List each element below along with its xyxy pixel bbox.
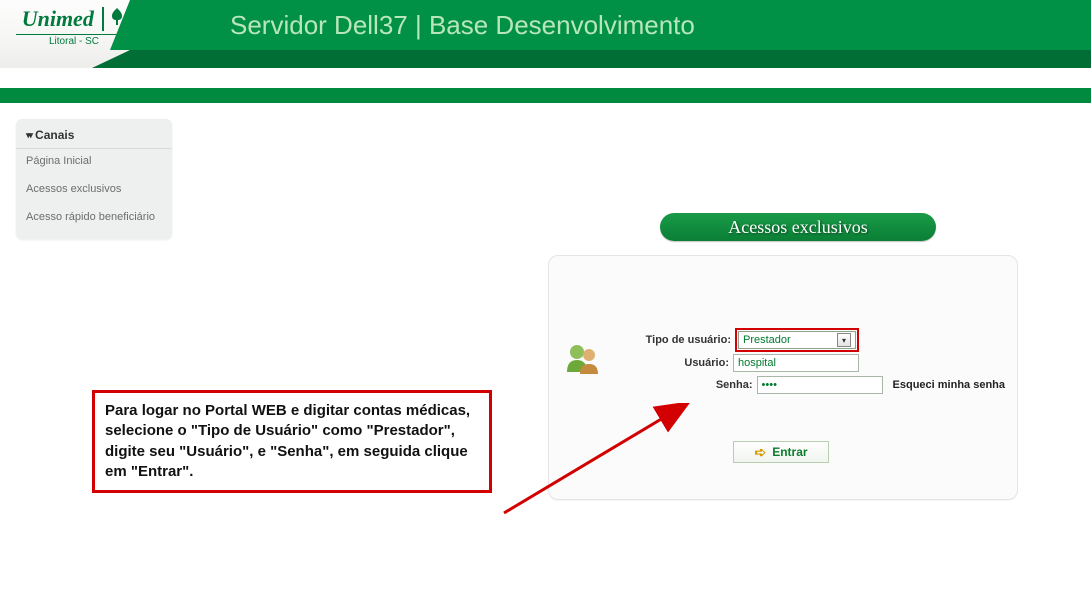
row-senha: Senha: •••• Esqueci minha senha [716,376,1005,394]
tipo-usuario-highlight: Prestador ▾ [735,328,859,352]
chevron-icon: ▾▾ [26,130,31,141]
sidebar-item-beneficiario[interactable]: Acesso rápido beneficiário [16,205,172,229]
login-card: Tipo de usuário: Prestador ▾ Usuário: Se… [548,255,1018,500]
entrar-button[interactable]: ➪ Entrar [733,441,829,463]
sidebar: ▾▾ Canais Página Inicial Acessos exclusi… [16,119,172,239]
header-green-bg: Servidor Dell37 | Base Desenvolvimento [130,0,1091,68]
logo-brand: Unimed [22,6,94,32]
usuario-input[interactable] [733,354,859,372]
users-icon [563,338,603,378]
tipo-usuario-label: Tipo de usuário: [646,334,731,346]
tipo-usuario-select[interactable]: Prestador ▾ [738,331,856,349]
row-tipo-usuario: Tipo de usuário: Prestador ▾ [646,328,859,352]
tipo-usuario-value: Prestador [743,334,791,346]
chevron-down-icon[interactable]: ▾ [837,333,851,347]
sidebar-title-text: Canais [35,128,74,142]
senha-label: Senha: [716,379,753,391]
senha-input[interactable]: •••• [757,376,883,394]
login-panel-title: Acessos exclusivos [660,213,936,241]
instruction-callout: Para logar no Portal WEB e digitar conta… [92,390,492,493]
sidebar-item-home[interactable]: Página Inicial [16,149,172,173]
header: Unimed Litoral - SC Servidor Dell37 | Ba… [0,0,1091,68]
forgot-password-link[interactable]: Esqueci minha senha [893,379,1005,391]
green-band [0,88,1091,103]
arrow-right-icon: ➪ [754,445,766,459]
row-usuario: Usuário: [684,354,859,372]
page-title: Servidor Dell37 | Base Desenvolvimento [230,10,695,41]
sidebar-title: ▾▾ Canais [16,125,172,149]
sidebar-item-acessos[interactable]: Acessos exclusivos [16,177,172,201]
usuario-label: Usuário: [684,357,729,369]
entrar-button-label: Entrar [772,445,807,459]
senha-value: •••• [762,379,777,391]
